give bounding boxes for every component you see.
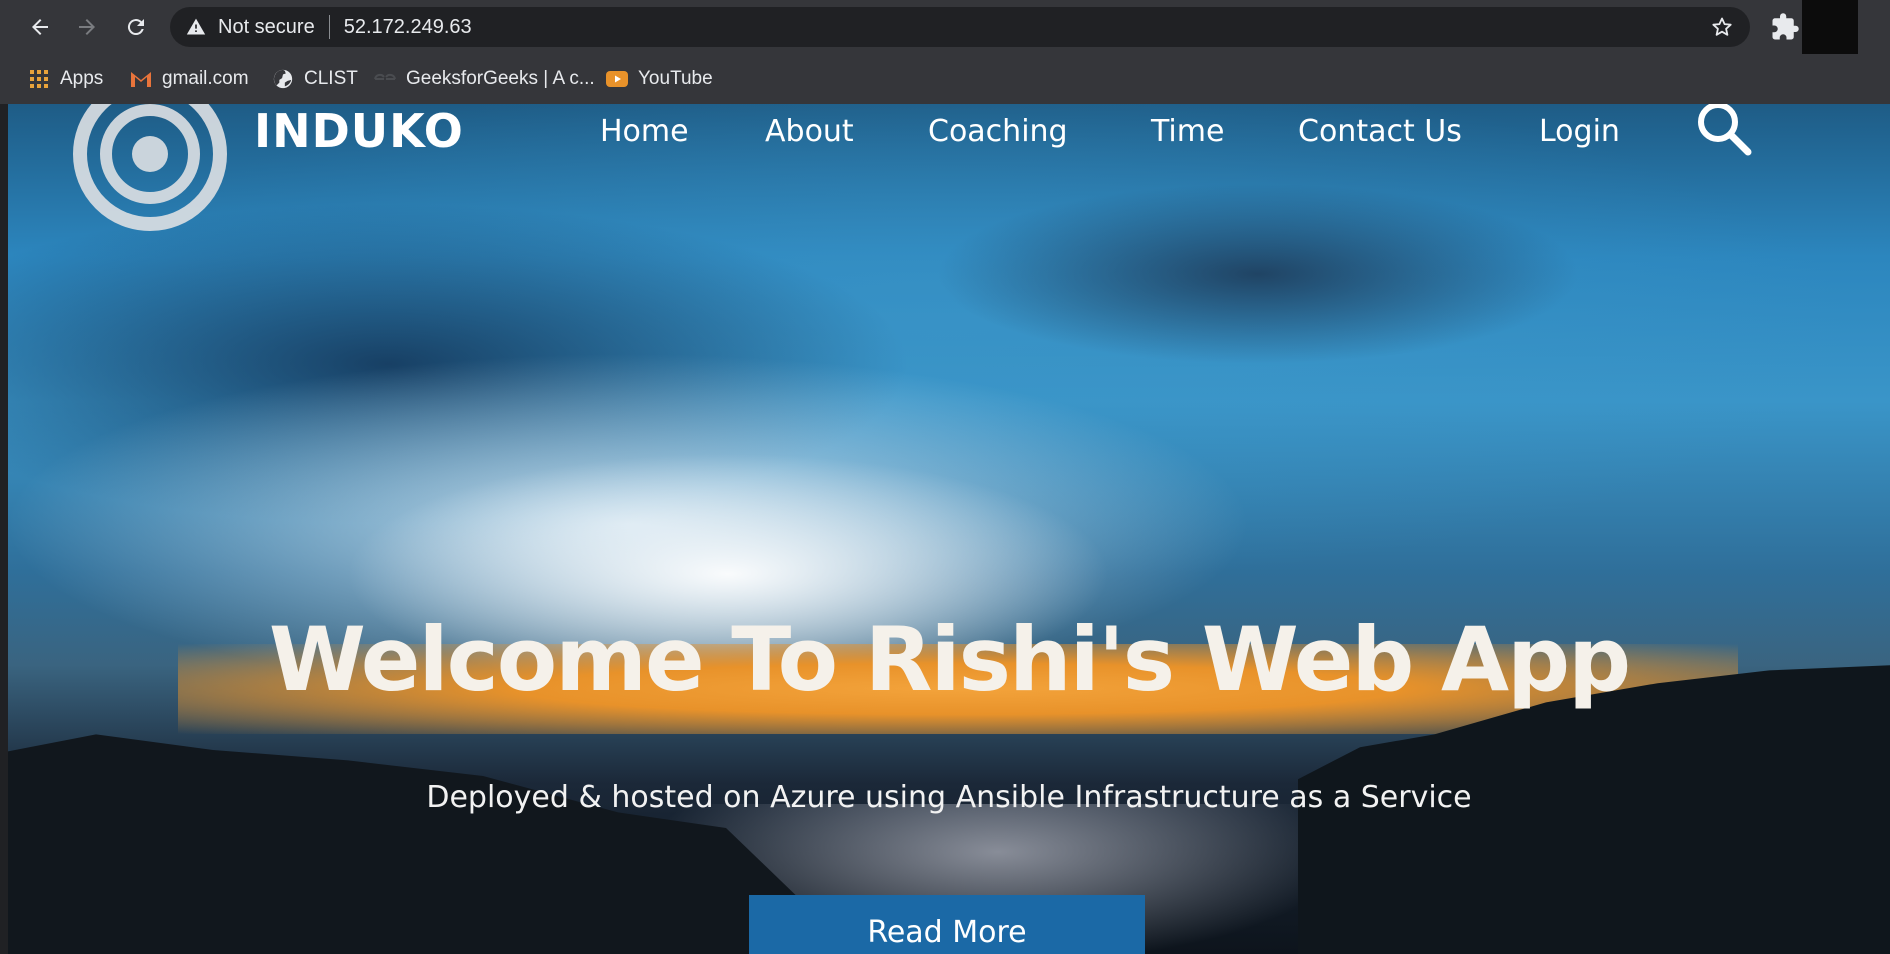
hero-subtitle: Deployed & hosted on Azure using Ansible… — [426, 780, 1472, 815]
warning-icon[interactable] — [184, 15, 208, 39]
nav-login[interactable]: Login — [1539, 114, 1620, 149]
bookmark-clist[interactable]: CLIST — [272, 64, 358, 94]
extensions-puzzle-icon[interactable] — [1770, 12, 1800, 42]
nav-home[interactable]: Home — [600, 114, 689, 149]
address-divider — [328, 15, 330, 39]
read-more-button[interactable]: Read More — [749, 895, 1145, 954]
bookmark-label: YouTube — [638, 68, 713, 89]
browser-toolbar: Not secure 52.172.249.63 — [0, 0, 1890, 54]
bookmark-label: gmail.com — [162, 68, 249, 89]
bookmark-star-icon[interactable] — [1710, 15, 1734, 39]
site-logo-icon[interactable] — [70, 104, 230, 234]
profile-avatar[interactable] — [1802, 0, 1858, 54]
bookmark-apps[interactable]: Apps — [28, 64, 103, 94]
bookmark-youtube[interactable]: YouTube — [606, 64, 713, 94]
forward-button[interactable] — [67, 7, 107, 47]
youtube-icon — [606, 68, 628, 90]
geeksforgeeks-icon — [374, 68, 396, 90]
bookmark-geeksforgeeks[interactable]: GeeksforGeeks | A c... — [374, 64, 595, 94]
bookmark-gmail[interactable]: gmail.com — [130, 64, 249, 94]
nav-contact-us[interactable]: Contact Us — [1298, 114, 1462, 149]
back-button[interactable] — [20, 7, 60, 47]
forward-arrow-icon — [79, 19, 95, 35]
bookmark-label: Apps — [60, 68, 104, 89]
bookmark-label: GeeksforGeeks | A c... — [406, 68, 595, 89]
bookmark-label: CLIST — [304, 68, 358, 89]
globe-icon — [272, 68, 294, 90]
apps-grid-icon — [28, 68, 50, 90]
nav-about[interactable]: About — [765, 114, 854, 149]
hero-title: Welcome To Rishi's Web App — [268, 608, 1631, 711]
reload-icon — [127, 19, 144, 36]
back-arrow-icon — [32, 19, 48, 35]
site-brand-name[interactable]: INDUKO — [254, 104, 464, 158]
window-left-edge — [0, 104, 8, 954]
security-status[interactable]: Not secure — [218, 16, 315, 39]
reload-button[interactable] — [116, 7, 156, 47]
bookmarks-bar: Apps gmail.com CLIST GeeksforGeeks | A c… — [0, 54, 1890, 154]
search-icon[interactable] — [1694, 104, 1754, 158]
web-page-hero: INDUKO Home About Coaching Time Contact … — [8, 104, 1890, 954]
gmail-icon — [130, 68, 152, 90]
url-text[interactable]: 52.172.249.63 — [344, 16, 472, 39]
nav-time[interactable]: Time — [1151, 114, 1224, 149]
address-bar[interactable]: Not secure 52.172.249.63 — [170, 7, 1750, 47]
nav-coaching[interactable]: Coaching — [928, 114, 1068, 149]
